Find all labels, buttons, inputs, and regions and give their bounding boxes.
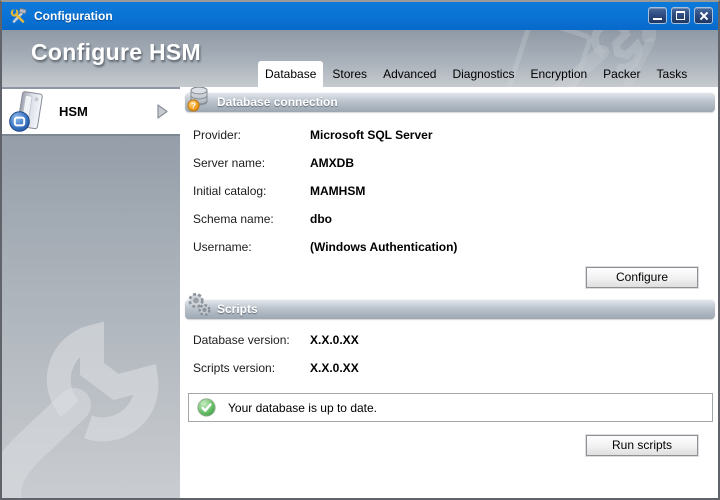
field-row-server-name: Server name: AMXDB [193,149,718,177]
field-value: AMXDB [310,156,354,170]
field-row-schema-name: Schema name: dbo [193,205,718,233]
database-icon: ? [186,87,212,117]
section-title: Scripts [217,302,258,316]
configuration-window: Configuration Configure HSM Database Sto… [0,0,720,500]
database-status-message: Your database is up to date. [188,393,713,422]
window-controls [644,7,713,24]
tab-diagnostics[interactable]: Diagnostics [445,61,521,87]
field-row-initial-catalog: Initial catalog: MAMHSM [193,177,718,205]
maximize-button[interactable] [671,7,690,24]
run-scripts-button[interactable]: Run scripts [586,435,698,456]
wrench-watermark-icon [2,313,180,498]
field-value: (Windows Authentication) [310,240,457,254]
field-label: Scripts version: [193,361,310,375]
field-value: Microsoft SQL Server [310,128,432,142]
main-area: HSM [2,87,718,498]
field-label: Server name: [193,156,310,170]
scripts-fields: Database version: X.X.0.XX Scripts versi… [193,326,718,382]
section-title: Database connection [217,95,338,109]
field-row-database-version: Database version: X.X.0.XX [193,326,718,354]
svg-text:?: ? [191,100,196,110]
tab-packer[interactable]: Packer [596,61,647,87]
scripts-section-header: Scripts [185,299,715,319]
status-text: Your database is up to date. [228,401,377,415]
content-panel: ? Database connection Provider: Microsof… [180,87,718,498]
tab-database[interactable]: Database [258,61,323,87]
minimize-icon [653,18,662,20]
field-value: dbo [310,212,332,226]
title-bar[interactable]: Configuration [2,2,718,30]
tab-tasks[interactable]: Tasks [650,61,695,87]
server-icon [8,90,50,134]
field-label: Provider: [193,128,310,142]
field-row-scripts-version: Scripts version: X.X.0.XX [193,354,718,382]
sidebar-item-label: HSM [59,104,88,119]
close-button[interactable] [694,7,713,24]
minimize-button[interactable] [648,7,667,24]
tab-stores[interactable]: Stores [325,61,374,87]
database-connection-section-header: ? Database connection [185,92,715,112]
gears-icon [186,291,213,323]
tab-advanced[interactable]: Advanced [376,61,443,87]
page-title: Configure HSM [31,39,201,66]
field-label: Database version: [193,333,310,347]
field-label: Username: [193,240,310,254]
page-header: Configure HSM Database Stores Advanced D… [2,30,718,87]
field-value: MAMHSM [310,184,365,198]
field-value: X.X.0.XX [310,361,359,375]
tools-icon [10,8,27,24]
field-value: X.X.0.XX [310,333,359,347]
tab-bar: Database Stores Advanced Diagnostics Enc… [258,61,696,87]
sidebar: HSM [2,87,180,498]
database-fields: Provider: Microsoft SQL Server Server na… [193,121,718,261]
window-title: Configuration [34,9,113,23]
chevron-right-icon [157,104,168,119]
field-label: Initial catalog: [193,184,310,198]
check-icon [197,398,216,417]
tab-encryption[interactable]: Encryption [523,61,594,87]
maximize-icon [676,11,685,20]
sidebar-item-hsm[interactable]: HSM [2,89,180,136]
field-row-username: Username: (Windows Authentication) [193,233,718,261]
configure-button[interactable]: Configure [586,267,698,288]
field-row-provider: Provider: Microsoft SQL Server [193,121,718,149]
field-label: Schema name: [193,212,310,226]
